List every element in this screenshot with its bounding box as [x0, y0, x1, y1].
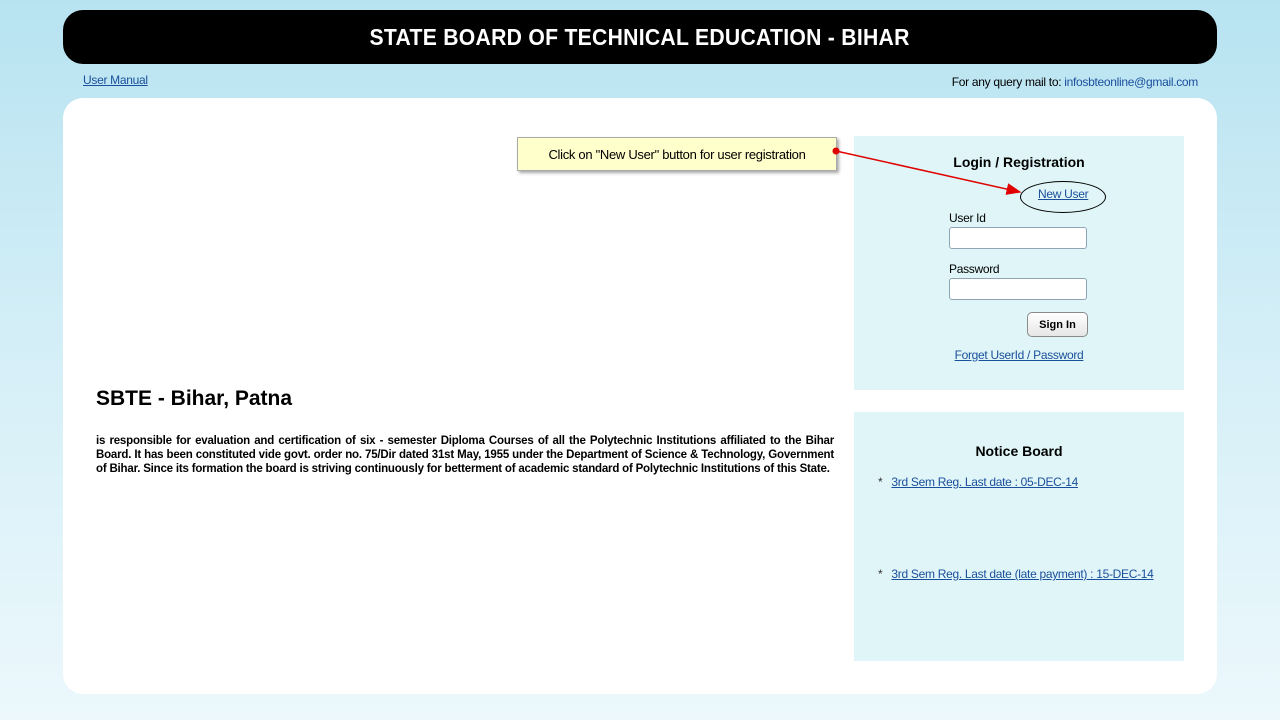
notice-bullet: *	[878, 567, 883, 581]
intro-description: is responsible for evaluation and certif…	[96, 435, 834, 475]
registration-hint-tooltip: Click on "New User" button for user regi…	[517, 137, 837, 171]
login-title: Login / Registration	[953, 154, 1085, 170]
query-email[interactable]: infosbteonline@gmail.com	[1064, 75, 1198, 89]
password-label: Password	[949, 262, 1000, 276]
new-user-link[interactable]: New User	[1038, 187, 1089, 201]
intro-title: SBTE - Bihar, Patna	[96, 387, 293, 410]
notice-board-title: Notice Board	[975, 443, 1063, 459]
sign-in-button[interactable]: Sign In	[1027, 312, 1088, 337]
site-title: STATE BOARD OF TECHNICAL EDUCATION - BIH…	[369, 23, 911, 50]
user-id-input[interactable]	[949, 227, 1087, 249]
query-contact: For any query mail to: infosbteonline@gm…	[951, 75, 1199, 89]
notice-item: * 3rd Sem Reg. Last date (late payment) …	[878, 567, 1154, 581]
user-manual-link[interactable]: User Manual	[83, 73, 148, 87]
notice-item: * 3rd Sem Reg. Last date : 05-DEC-14	[878, 475, 1078, 489]
query-prefix: For any query mail to:	[951, 75, 1062, 89]
notice-bullet: *	[878, 475, 883, 489]
notice-board-panel: Notice Board * 3rd Sem Reg. Last date : …	[854, 412, 1184, 661]
tooltip-text: Click on "New User" button for user regi…	[548, 146, 806, 162]
notice-link-3rd-sem-reg[interactable]: 3rd Sem Reg. Last date : 05-DEC-14	[891, 475, 1078, 489]
site-header: STATE BOARD OF TECHNICAL EDUCATION - BIH…	[63, 10, 1217, 64]
password-input[interactable]	[949, 278, 1087, 300]
forget-credentials-link[interactable]: Forget UserId / Password	[854, 348, 1184, 362]
notice-link-3rd-sem-reg-late[interactable]: 3rd Sem Reg. Last date (late payment) : …	[891, 567, 1153, 581]
user-id-label: User Id	[949, 211, 986, 225]
login-registration-panel: Login / Registration New User User Id Pa…	[854, 136, 1184, 390]
